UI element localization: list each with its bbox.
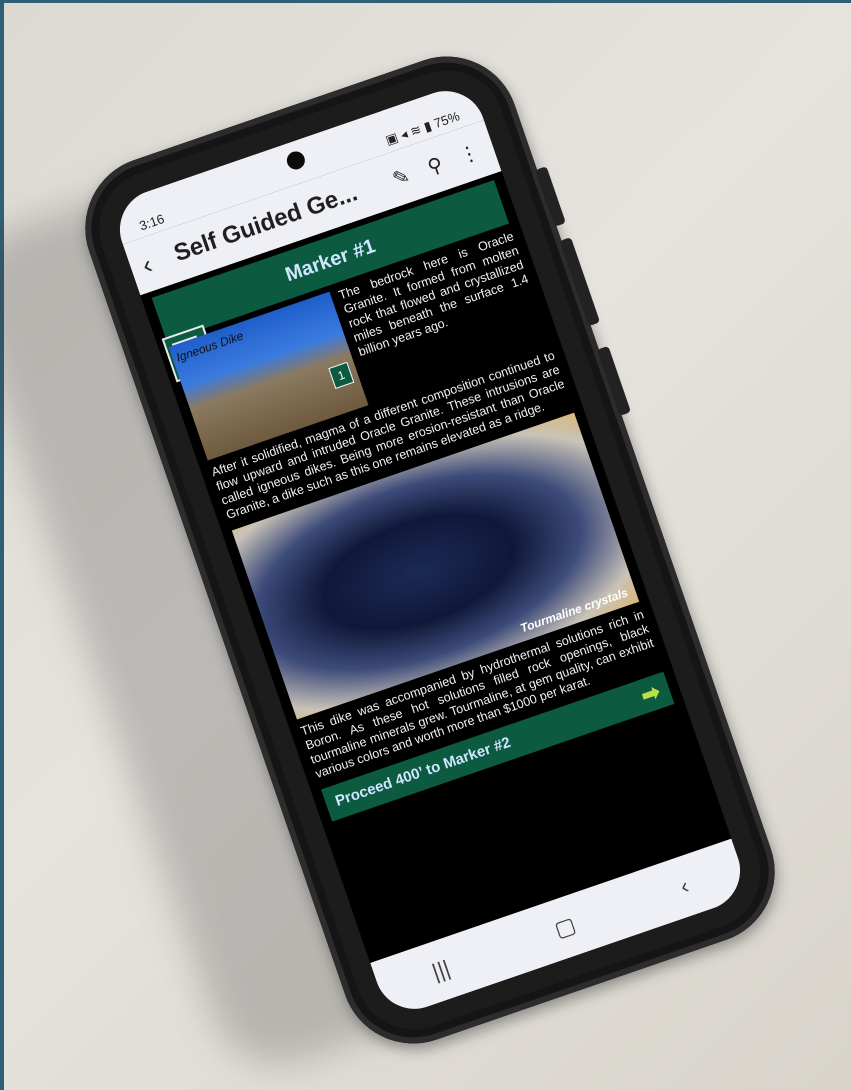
recents-icon[interactable]: |||	[429, 955, 454, 985]
volume-down-button[interactable]	[559, 237, 601, 327]
power-button[interactable]	[596, 345, 632, 416]
back-nav-icon[interactable]: ‹	[677, 873, 692, 900]
marker-number-sign: 1	[328, 361, 355, 390]
edit-icon[interactable]: ✎	[385, 161, 418, 193]
battery-level: 75%	[432, 108, 462, 131]
background-edge-left	[0, 0, 4, 1090]
home-icon[interactable]: ▢	[551, 912, 579, 943]
arrow-right-icon: ➡	[637, 678, 664, 709]
volume-up-button[interactable]	[535, 166, 566, 227]
search-icon[interactable]: ⚲	[419, 149, 452, 181]
back-arrow-icon[interactable]: ‹	[138, 244, 171, 281]
more-options-icon[interactable]: ⋮	[453, 138, 486, 170]
background-edge-top	[0, 0, 851, 3]
